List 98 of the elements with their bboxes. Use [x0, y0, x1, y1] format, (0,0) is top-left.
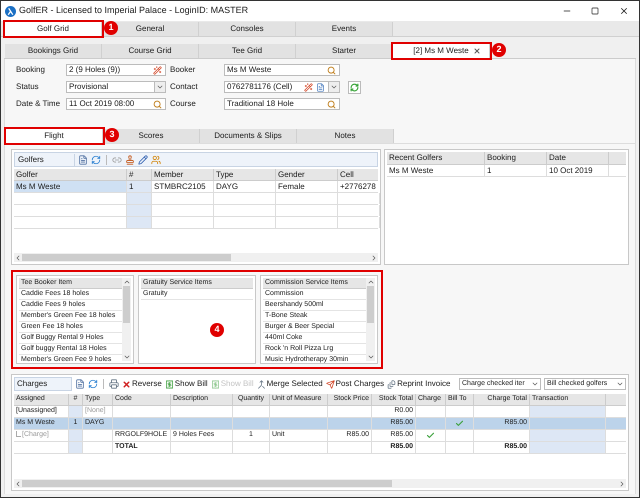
dropdown-button[interactable]: [154, 82, 165, 92]
post-icon: [326, 380, 335, 388]
check-icon[interactable]: [426, 431, 435, 440]
scroll-up-icon[interactable]: [366, 278, 374, 286]
scrollbar-thumb[interactable]: [22, 254, 231, 261]
scroll-left-icon[interactable]: [14, 254, 22, 262]
new-document-icon[interactable]: [78, 154, 88, 164]
field-label: Status: [16, 81, 40, 93]
table-cell: 1: [127, 181, 152, 192]
new-document-icon[interactable]: [75, 379, 85, 389]
table-cell: Ms M Weste: [387, 165, 485, 176]
tab[interactable]: Notes: [297, 129, 394, 143]
column-header[interactable]: #: [127, 169, 152, 180]
close-icon[interactable]: [619, 6, 629, 16]
close-icon[interactable]: [473, 47, 481, 55]
input-field[interactable]: 2 (9 Holes (9)): [66, 64, 166, 76]
input-field[interactable]: Provisional: [66, 81, 166, 93]
table-cell: Female: [276, 181, 338, 192]
table-cell: DAYG: [214, 181, 276, 192]
column-header[interactable]: Member: [152, 169, 214, 180]
callout-badge: 2: [492, 43, 506, 57]
wand-icon[interactable]: [304, 82, 313, 92]
pencil-icon[interactable]: [138, 154, 148, 164]
caret-icon: [330, 83, 338, 91]
field-label: Contact: [170, 81, 199, 93]
horizontal-scrollbar[interactable]: [14, 253, 378, 262]
tree-connector-icon: [16, 431, 21, 437]
refresh-icon[interactable]: [91, 154, 101, 164]
scroll-left-icon[interactable]: [14, 480, 22, 488]
people-icon[interactable]: [151, 154, 161, 164]
document-icon[interactable]: [316, 82, 325, 92]
tab[interactable]: Tee Grid: [199, 44, 296, 58]
column-header[interactable]: Cell: [338, 169, 378, 180]
scroll-up-icon[interactable]: [122, 278, 130, 286]
wand-icon[interactable]: [153, 66, 162, 74]
merge-icon: [256, 380, 266, 388]
search-icon[interactable]: [327, 66, 336, 74]
scrollbar-thumb[interactable]: [367, 286, 374, 323]
link-icon[interactable]: [112, 154, 122, 164]
reprint-icon: [387, 380, 396, 388]
input-field[interactable]: 11 Oct 2019 08:00: [66, 98, 166, 110]
table-cell: 1: [485, 165, 547, 176]
scroll-right-icon[interactable]: [618, 480, 626, 488]
tab[interactable]: Events: [296, 22, 393, 36]
dropdown-button[interactable]: [328, 82, 339, 92]
check-icon[interactable]: [455, 419, 464, 428]
toolbar-button[interactable]: Merge Selected: [256, 378, 323, 390]
search-icon[interactable]: [153, 100, 162, 108]
refresh-button[interactable]: [348, 81, 361, 94]
tab[interactable]: Course Grid: [102, 44, 199, 58]
column-header[interactable]: Booking: [485, 152, 547, 164]
table-cell: 10 Oct 2019: [547, 165, 609, 176]
panel-title: Charges: [14, 377, 72, 391]
scroll-down-icon[interactable]: [366, 353, 374, 361]
stamp-icon[interactable]: [125, 154, 135, 164]
vertical-scrollbar[interactable]: [122, 278, 131, 361]
horizontal-scrollbar[interactable]: [14, 479, 626, 488]
bill-icon: [210, 380, 220, 388]
search-icon[interactable]: [327, 100, 336, 108]
caret-icon: [616, 380, 624, 388]
table-cell: +2776278: [338, 181, 378, 192]
tab[interactable]: Bookings Grid: [5, 44, 102, 58]
input-field[interactable]: 0762781176 (Cell): [224, 81, 340, 93]
caret-icon: [156, 83, 164, 91]
bill-icon: [164, 380, 174, 388]
tab[interactable]: Starter: [296, 44, 393, 58]
field-label: Booking: [16, 64, 46, 76]
input-field[interactable]: Ms M Weste: [224, 64, 340, 76]
column-header[interactable]: Gender: [276, 169, 338, 180]
field-label: Date & Time: [16, 98, 62, 110]
toolbar-button[interactable]: Show Bill: [164, 378, 208, 390]
caret-icon: [531, 380, 539, 388]
toolbar-button[interactable]: Reprint Invoice: [387, 378, 450, 390]
tab[interactable]: Consoles: [199, 22, 296, 36]
table-cell: Ms M Weste: [14, 181, 127, 192]
table-cell: STMBRC2105: [152, 181, 214, 192]
vertical-scrollbar[interactable]: [366, 278, 375, 361]
toolbar-button[interactable]: Reverse: [122, 378, 162, 390]
column-header[interactable]: Golfer: [14, 169, 127, 180]
printer-icon[interactable]: [109, 379, 119, 389]
maximize-icon[interactable]: [591, 7, 599, 15]
toolbar-button[interactable]: Post Charges: [326, 378, 384, 390]
column-header[interactable]: Date: [547, 152, 609, 164]
panel-title: Golfers: [15, 154, 75, 166]
scrollbar-thumb[interactable]: [22, 480, 392, 487]
column-header[interactable]: Type: [214, 169, 276, 180]
field-label: Booker: [170, 64, 196, 76]
tab[interactable]: Documents & Slips: [200, 129, 297, 143]
column-header[interactable]: Recent Golfers: [387, 152, 485, 164]
window-title: GolfER - Licensed to Imperial Palace - LoginID: MASTER: [19, 4, 248, 18]
refresh-icon[interactable]: [88, 379, 98, 389]
field-label: Course: [170, 98, 197, 110]
app-logo-icon: [5, 6, 16, 16]
scroll-down-icon[interactable]: [122, 353, 130, 361]
scrollbar-thumb[interactable]: [123, 286, 130, 323]
input-field[interactable]: Traditional 18 Hole: [224, 98, 340, 110]
scroll-right-icon[interactable]: [370, 254, 378, 262]
cross-icon: [122, 380, 131, 388]
